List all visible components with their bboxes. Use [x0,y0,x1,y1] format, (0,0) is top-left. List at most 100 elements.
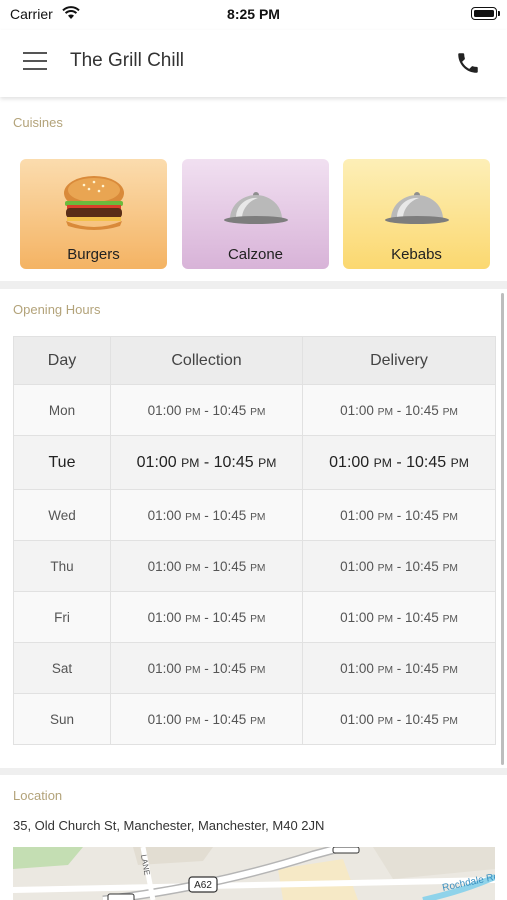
time-value: 01:00 [147,507,182,523]
ampm-label: PM [250,406,266,418]
phone-call-icon[interactable] [455,50,481,76]
time-value: 10:45 [405,507,439,523]
ampm-label: PM [377,406,393,418]
ampm-label: PM [442,406,458,418]
delivery-hours-cell: 01:00 PM - 10:45 PM [302,435,496,490]
column-header-delivery: Delivery [302,336,496,385]
ampm-label: PM [442,562,458,574]
status-time: 8:25 PM [227,6,280,22]
burger-image [63,176,124,230]
ampm-label: PM [250,715,266,727]
time-value: 01:00 [136,453,177,471]
delivery-hours-cell: 01:00 PM - 10:45 PM [302,693,496,745]
time-value: 01:00 [340,609,374,625]
day-cell: Mon [13,384,111,436]
ampm-label: PM [250,613,266,625]
table-row: Fri 01:00 PM - 10:45 PM 01:00 PM - 10:45 P… [13,591,496,643]
time-value: 10:45 [405,558,439,574]
delivery-hours-cell: 01:00 PM - 10:45 PM [302,384,496,436]
ampm-label: PM [377,664,393,676]
table-row: Sat 01:00 PM - 10:45 PM 01:00 PM - 10:45 P… [13,642,496,694]
collection-hours-cell: 01:00 PM - 10:45 PM [110,591,303,643]
collection-hours-cell: 01:00 PM - 10:45 PM [110,489,303,541]
cloche-image [223,192,288,224]
cuisines-heading: Cuisines [13,115,63,130]
collection-hours-cell: 01:00 PM - 10:45 PM [110,642,303,694]
time-separator: - [199,453,214,471]
time-value: 01:00 [147,558,182,574]
collection-hours-cell: 01:00 PM - 10:45 PM [110,693,303,745]
ampm-label: PM [185,406,201,418]
time-value: 01:00 [340,660,374,676]
day-cell: Wed [13,489,111,541]
time-value: 10:45 [405,711,439,727]
day-cell: Sat [13,642,111,694]
day-cell: Thu [13,540,111,592]
time-separator: - [393,711,405,727]
day-cell: Sun [13,693,111,745]
time-value: 01:00 [340,507,374,523]
ampm-label: PM [442,511,458,523]
delivery-hours-cell: 01:00 PM - 10:45 PM [302,540,496,592]
time-value: 01:00 [147,660,182,676]
time-value: 01:00 [329,453,370,471]
time-value: 01:00 [340,711,374,727]
time-separator: - [393,660,405,676]
ampm-label: PM [181,455,200,470]
ampm-label: PM [377,715,393,727]
time-value: 01:00 [340,402,374,418]
delivery-hours-cell: 01:00 PM - 10:45 PM [302,591,496,643]
time-separator: - [200,507,213,523]
cuisine-card-calzone[interactable]: Calzone [182,159,329,269]
time-separator: - [391,453,407,471]
ampm-label: PM [377,562,393,574]
time-separator: - [393,402,405,418]
ampm-label: PM [250,562,266,574]
hamburger-menu-icon[interactable] [23,52,47,72]
ampm-label: PM [185,715,201,727]
ampm-label: PM [250,511,266,523]
ampm-label: PM [185,664,201,676]
collection-hours-cell: 01:00 PM - 10:45 PM [110,435,303,490]
opening-hours-table: Day Collection Delivery Mon 01:00 PM - 10… [13,336,496,745]
cuisine-card-kebabs[interactable]: Kebabs [343,159,490,269]
cuisine-name: Calzone [227,246,284,263]
ampm-label: PM [185,511,201,523]
ampm-label: PM [450,455,469,470]
table-row: Tue 01:00 PM - 10:45 PM 01:00 PM - 10:45 P… [13,435,496,490]
time-value: 10:45 [405,660,439,676]
time-separator: - [200,402,213,418]
scrollbar[interactable] [501,293,504,765]
status-bar: Carrier 8:25 PM [0,0,507,30]
cloche-image [384,192,449,224]
day-cell: Tue [13,435,111,490]
ampm-label: PM [377,613,393,625]
time-value: 10:45 [212,402,247,418]
address-text: 35, Old Church St, Manchester, Mancheste… [13,818,325,833]
time-value: 10:45 [212,609,247,625]
battery-icon [471,7,500,20]
time-value: 10:45 [212,507,247,523]
table-row: Wed 01:00 PM - 10:45 PM 01:00 PM - 10:45 P… [13,489,496,541]
time-value: 10:45 [405,402,439,418]
delivery-hours-cell: 01:00 PM - 10:45 PM [302,642,496,694]
section-divider [0,281,507,289]
column-header-day: Day [13,336,111,385]
ampm-label: PM [250,664,266,676]
cuisine-card-burgers[interactable]: Burgers [20,159,167,269]
ampm-label: PM [185,562,201,574]
ampm-label: PM [185,613,201,625]
section-divider [0,768,507,775]
location-map[interactable]: A62 Rochdale Rd LANE [13,847,495,900]
ampm-label: PM [442,664,458,676]
cuisine-name: Burgers [67,246,120,263]
nav-header: The Grill Chill [0,30,507,97]
time-separator: - [200,660,213,676]
time-value: 01:00 [147,402,182,418]
ampm-label: PM [442,715,458,727]
time-value: 01:00 [147,711,182,727]
time-separator: - [200,558,213,574]
time-value: 10:45 [406,453,447,471]
map-road-label: A62 [194,880,212,891]
time-value: 10:45 [212,660,247,676]
